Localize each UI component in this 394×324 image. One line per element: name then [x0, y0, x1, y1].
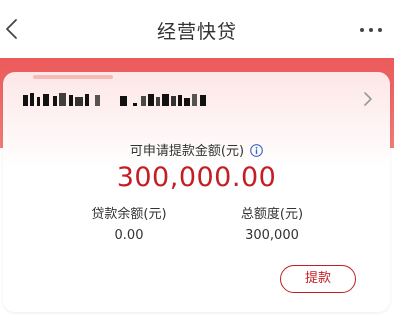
info-icon[interactable] [250, 143, 263, 157]
total-limit-stat: 总额度(元) 300,000 [212, 206, 332, 245]
loan-page: 经营快贷 可申请提款金额(元) 300,000.00 贷款余额(元) 0.00 … [0, 0, 394, 324]
nav-bar: 经营快贷 [0, 0, 394, 58]
loan-card: 可申请提款金额(元) 300,000.00 贷款余额(元) 0.00 总额度(元… [3, 72, 390, 312]
available-amount-label-row: 可申请提款金额(元) [3, 143, 390, 161]
card-accent-line [33, 75, 113, 79]
loan-balance-label: 贷款余额(元) [91, 207, 167, 222]
withdraw-button[interactable]: 提款 [280, 265, 356, 293]
loan-balance-value: 0.00 [114, 228, 144, 243]
loan-balance-stat: 贷款余额(元) 0.00 [69, 206, 189, 245]
total-limit-value: 300,000 [245, 228, 299, 243]
account-row[interactable] [3, 86, 390, 114]
available-amount: 300,000.00 [116, 162, 277, 193]
total-limit-label: 总额度(元) [240, 207, 304, 222]
page-title: 经营快贷 [156, 21, 237, 43]
more-button[interactable] [360, 28, 382, 34]
available-amount-label: 可申请提款金额(元) [129, 144, 245, 159]
masked-account-name [23, 93, 206, 106]
chevron-right-icon [364, 92, 372, 106]
